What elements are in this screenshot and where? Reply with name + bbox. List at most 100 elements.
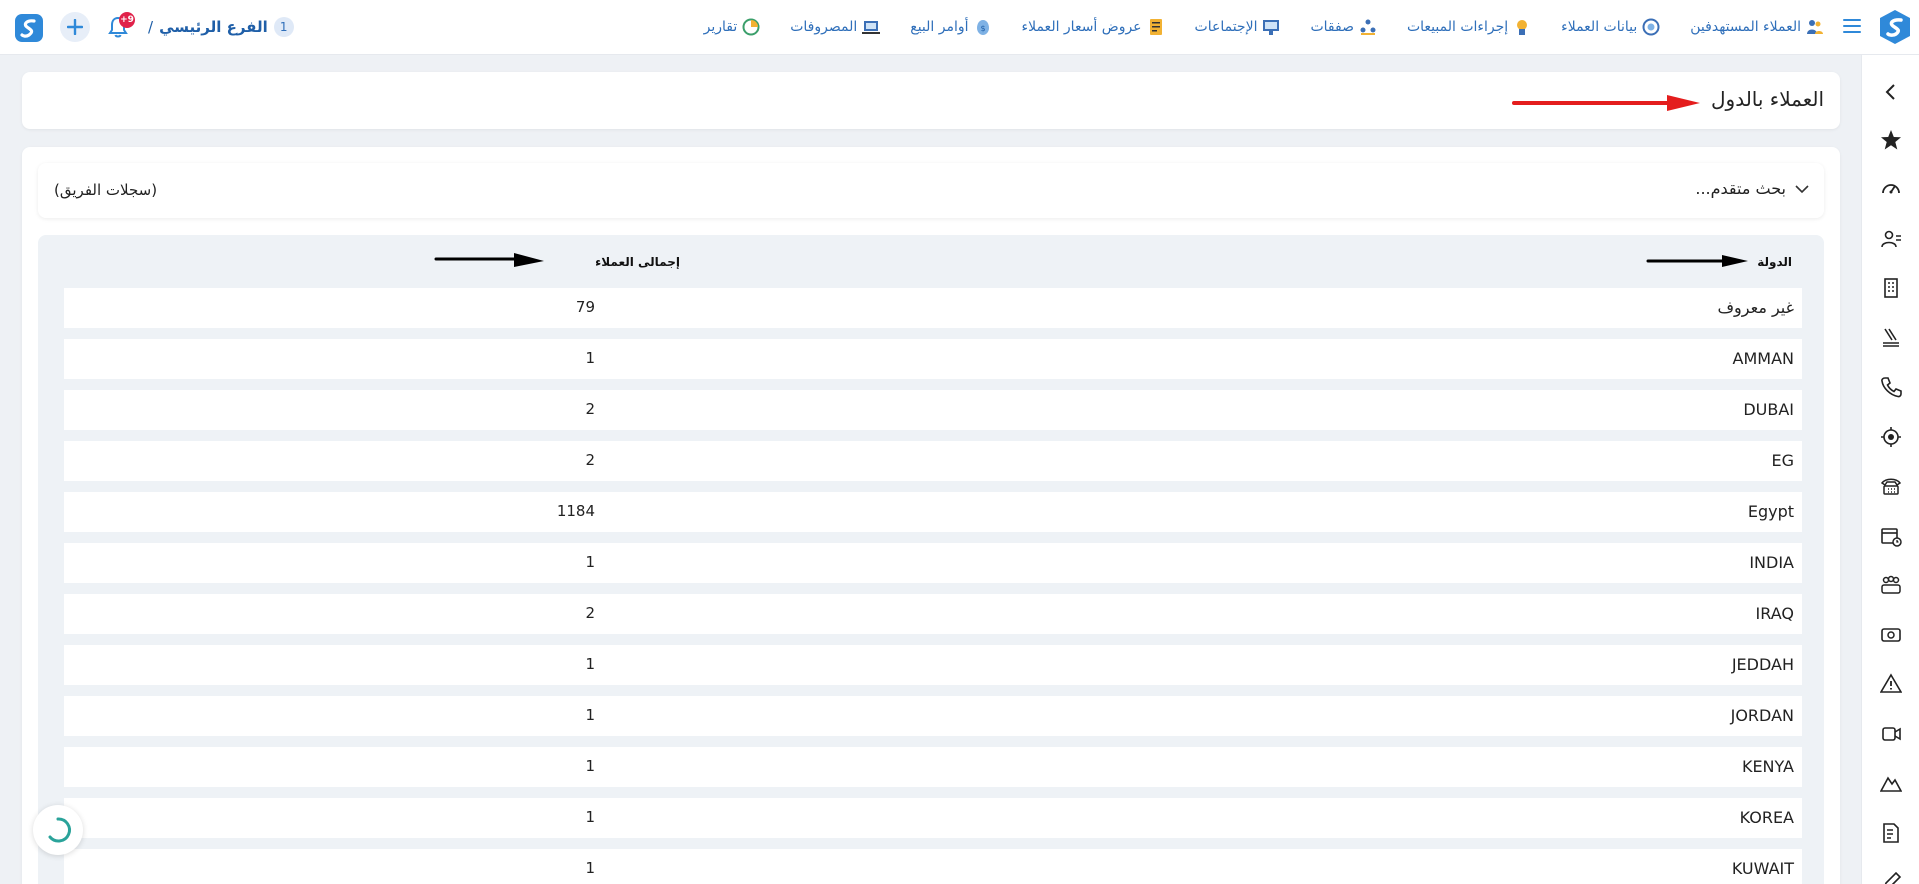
expenses-icon: [862, 18, 881, 36]
branch-name: الفرع الرئيسي: [159, 18, 268, 36]
nav-item-target-customers[interactable]: العملاء المستهدفين: [1690, 15, 1824, 39]
nav-item-expenses[interactable]: المصروفات: [790, 15, 881, 39]
building-icon[interactable]: [1879, 276, 1903, 300]
cell-country: INDIA: [1749, 553, 1794, 572]
team-records-link[interactable]: (سجلات الفريق): [54, 181, 157, 199]
cell-total-customers: 1: [585, 553, 595, 571]
cell-total-customers: 1: [585, 706, 595, 724]
cell-country: JORDAN: [1730, 706, 1794, 725]
calendar-icon[interactable]: [1879, 524, 1903, 548]
cell-country: JEDDAH: [1731, 655, 1794, 674]
right-sidebar: [1861, 55, 1919, 884]
warning-icon[interactable]: [1879, 672, 1903, 696]
cell-total-customers: 1: [585, 757, 595, 775]
table-row[interactable]: غير معروف 79: [64, 288, 1802, 328]
table-row[interactable]: INDIA 1: [64, 543, 1802, 583]
table-row[interactable]: AMMAN 1: [64, 339, 1802, 379]
nav-item-sales-orders[interactable]: $ أوامر البيع: [910, 15, 991, 39]
nav-label: الإجتماعات: [1194, 19, 1258, 35]
table-row[interactable]: EG 2: [64, 441, 1802, 481]
money-icon[interactable]: [1879, 623, 1903, 647]
sales-orders-icon: $: [974, 18, 992, 36]
nav-label: المصروفات: [790, 19, 858, 35]
loading-spinner-icon: [33, 805, 83, 855]
cell-total-customers: 2: [585, 451, 595, 469]
branch-selector[interactable]: 1 الفرع الرئيسي /: [148, 16, 294, 38]
customer-data-icon: [1642, 18, 1660, 36]
cell-country: IRAQ: [1755, 604, 1794, 623]
cell-country: KENYA: [1741, 757, 1794, 776]
black-annotation-arrow: [434, 253, 544, 267]
main-nav: العملاء المستهدفين بيانات العملاء إجراءا…: [674, 15, 1824, 39]
pen-icon[interactable]: [1879, 870, 1903, 884]
cell-country: غير معروف: [1717, 298, 1794, 317]
advanced-search-bar: بحث متقدم... (سجلات الفريق): [38, 163, 1824, 218]
telephone-icon[interactable]: [1879, 474, 1903, 498]
cell-total-customers: 1: [585, 655, 595, 673]
table-row[interactable]: Egypt 1184: [64, 492, 1802, 532]
cell-country: AMMAN: [1732, 349, 1794, 368]
meetings-icon: [1262, 18, 1280, 36]
plus-icon: [67, 19, 83, 35]
add-button[interactable]: [60, 12, 90, 42]
nav-label: بيانات العملاء: [1561, 19, 1638, 35]
advanced-search-toggle[interactable]: بحث متقدم...: [1695, 179, 1810, 198]
mountain-icon[interactable]: [1879, 771, 1903, 795]
menu-toggle-icon[interactable]: [1843, 17, 1861, 35]
table-row[interactable]: KOREA 1: [64, 798, 1802, 838]
red-annotation-arrow: [1512, 95, 1700, 111]
sales-actions-icon: [1513, 18, 1531, 36]
table-row[interactable]: IRAQ 2: [64, 594, 1802, 634]
cell-country: DUBAI: [1743, 400, 1794, 419]
cell-country: KOREA: [1739, 808, 1794, 827]
table-row[interactable]: JORDAN 1: [64, 696, 1802, 736]
cell-total-customers: 1184: [556, 502, 595, 520]
nav-item-reports[interactable]: تقارير: [704, 15, 761, 39]
users-target-icon: [1806, 18, 1824, 36]
contacts-icon[interactable]: [1879, 227, 1903, 251]
chevron-down-icon: [1795, 184, 1809, 193]
app-logo-small-icon[interactable]: [13, 12, 45, 44]
nav-item-meetings[interactable]: الإجتماعات: [1195, 15, 1281, 39]
svg-text:$: $: [980, 24, 985, 33]
nav-label: أوامر البيع: [910, 19, 969, 35]
header-country[interactable]: الدولة: [1757, 255, 1792, 269]
nav-label: صفقات: [1310, 19, 1354, 35]
team-icon[interactable]: [1879, 573, 1903, 597]
video-icon[interactable]: [1879, 722, 1903, 746]
branch-separator: /: [148, 18, 154, 36]
app-logo-icon[interactable]: [1879, 9, 1911, 45]
cell-country: Egypt: [1747, 502, 1794, 521]
cell-total-customers: 79: [575, 298, 595, 316]
table-row[interactable]: KENYA 1: [64, 747, 1802, 787]
nav-item-customer-data[interactable]: بيانات العملاء: [1561, 15, 1660, 39]
reports-icon: [742, 18, 760, 36]
chevron-left-icon[interactable]: [1879, 80, 1903, 104]
dashboard-icon[interactable]: [1879, 177, 1903, 201]
cell-country: KUWAIT: [1731, 859, 1794, 878]
branch-number-badge: 1: [273, 17, 294, 37]
phone-icon[interactable]: [1879, 375, 1903, 399]
cell-total-customers: 1: [585, 349, 595, 367]
deals-icon: [1359, 18, 1377, 36]
cell-total-customers: 1: [585, 859, 595, 877]
nav-label: عروض أسعار العملاء: [1021, 19, 1142, 35]
notifications-badge: +9: [119, 12, 135, 28]
invoice-icon[interactable]: [1879, 821, 1903, 845]
star-icon[interactable]: [1879, 128, 1903, 152]
header-total-customers[interactable]: إجمالى العملاء: [595, 255, 680, 269]
cell-total-customers: 2: [585, 400, 595, 418]
page-title: العملاء بالدول: [1711, 87, 1824, 111]
table-row[interactable]: KUWAIT 1: [64, 849, 1802, 884]
countries-table: الدولة إجمالى العملاء غير معروف 79 AMMAN 1 D…: [38, 235, 1824, 884]
nav-label: إجراءات المبيعات: [1406, 19, 1509, 35]
ticket-icon[interactable]: [1879, 325, 1903, 349]
nav-item-quotes[interactable]: عروض أسعار العملاء: [1022, 15, 1165, 39]
target-icon[interactable]: [1879, 425, 1903, 449]
table-row[interactable]: JEDDAH 1: [64, 645, 1802, 685]
content-card: بحث متقدم... (سجلات الفريق) الدولة إجمال…: [22, 147, 1840, 884]
nav-item-sales-actions[interactable]: إجراءات المبيعات: [1407, 15, 1531, 39]
nav-item-deals[interactable]: صفقات: [1310, 15, 1377, 39]
table-row[interactable]: DUBAI 2: [64, 390, 1802, 430]
cell-total-customers: 1: [585, 808, 595, 826]
